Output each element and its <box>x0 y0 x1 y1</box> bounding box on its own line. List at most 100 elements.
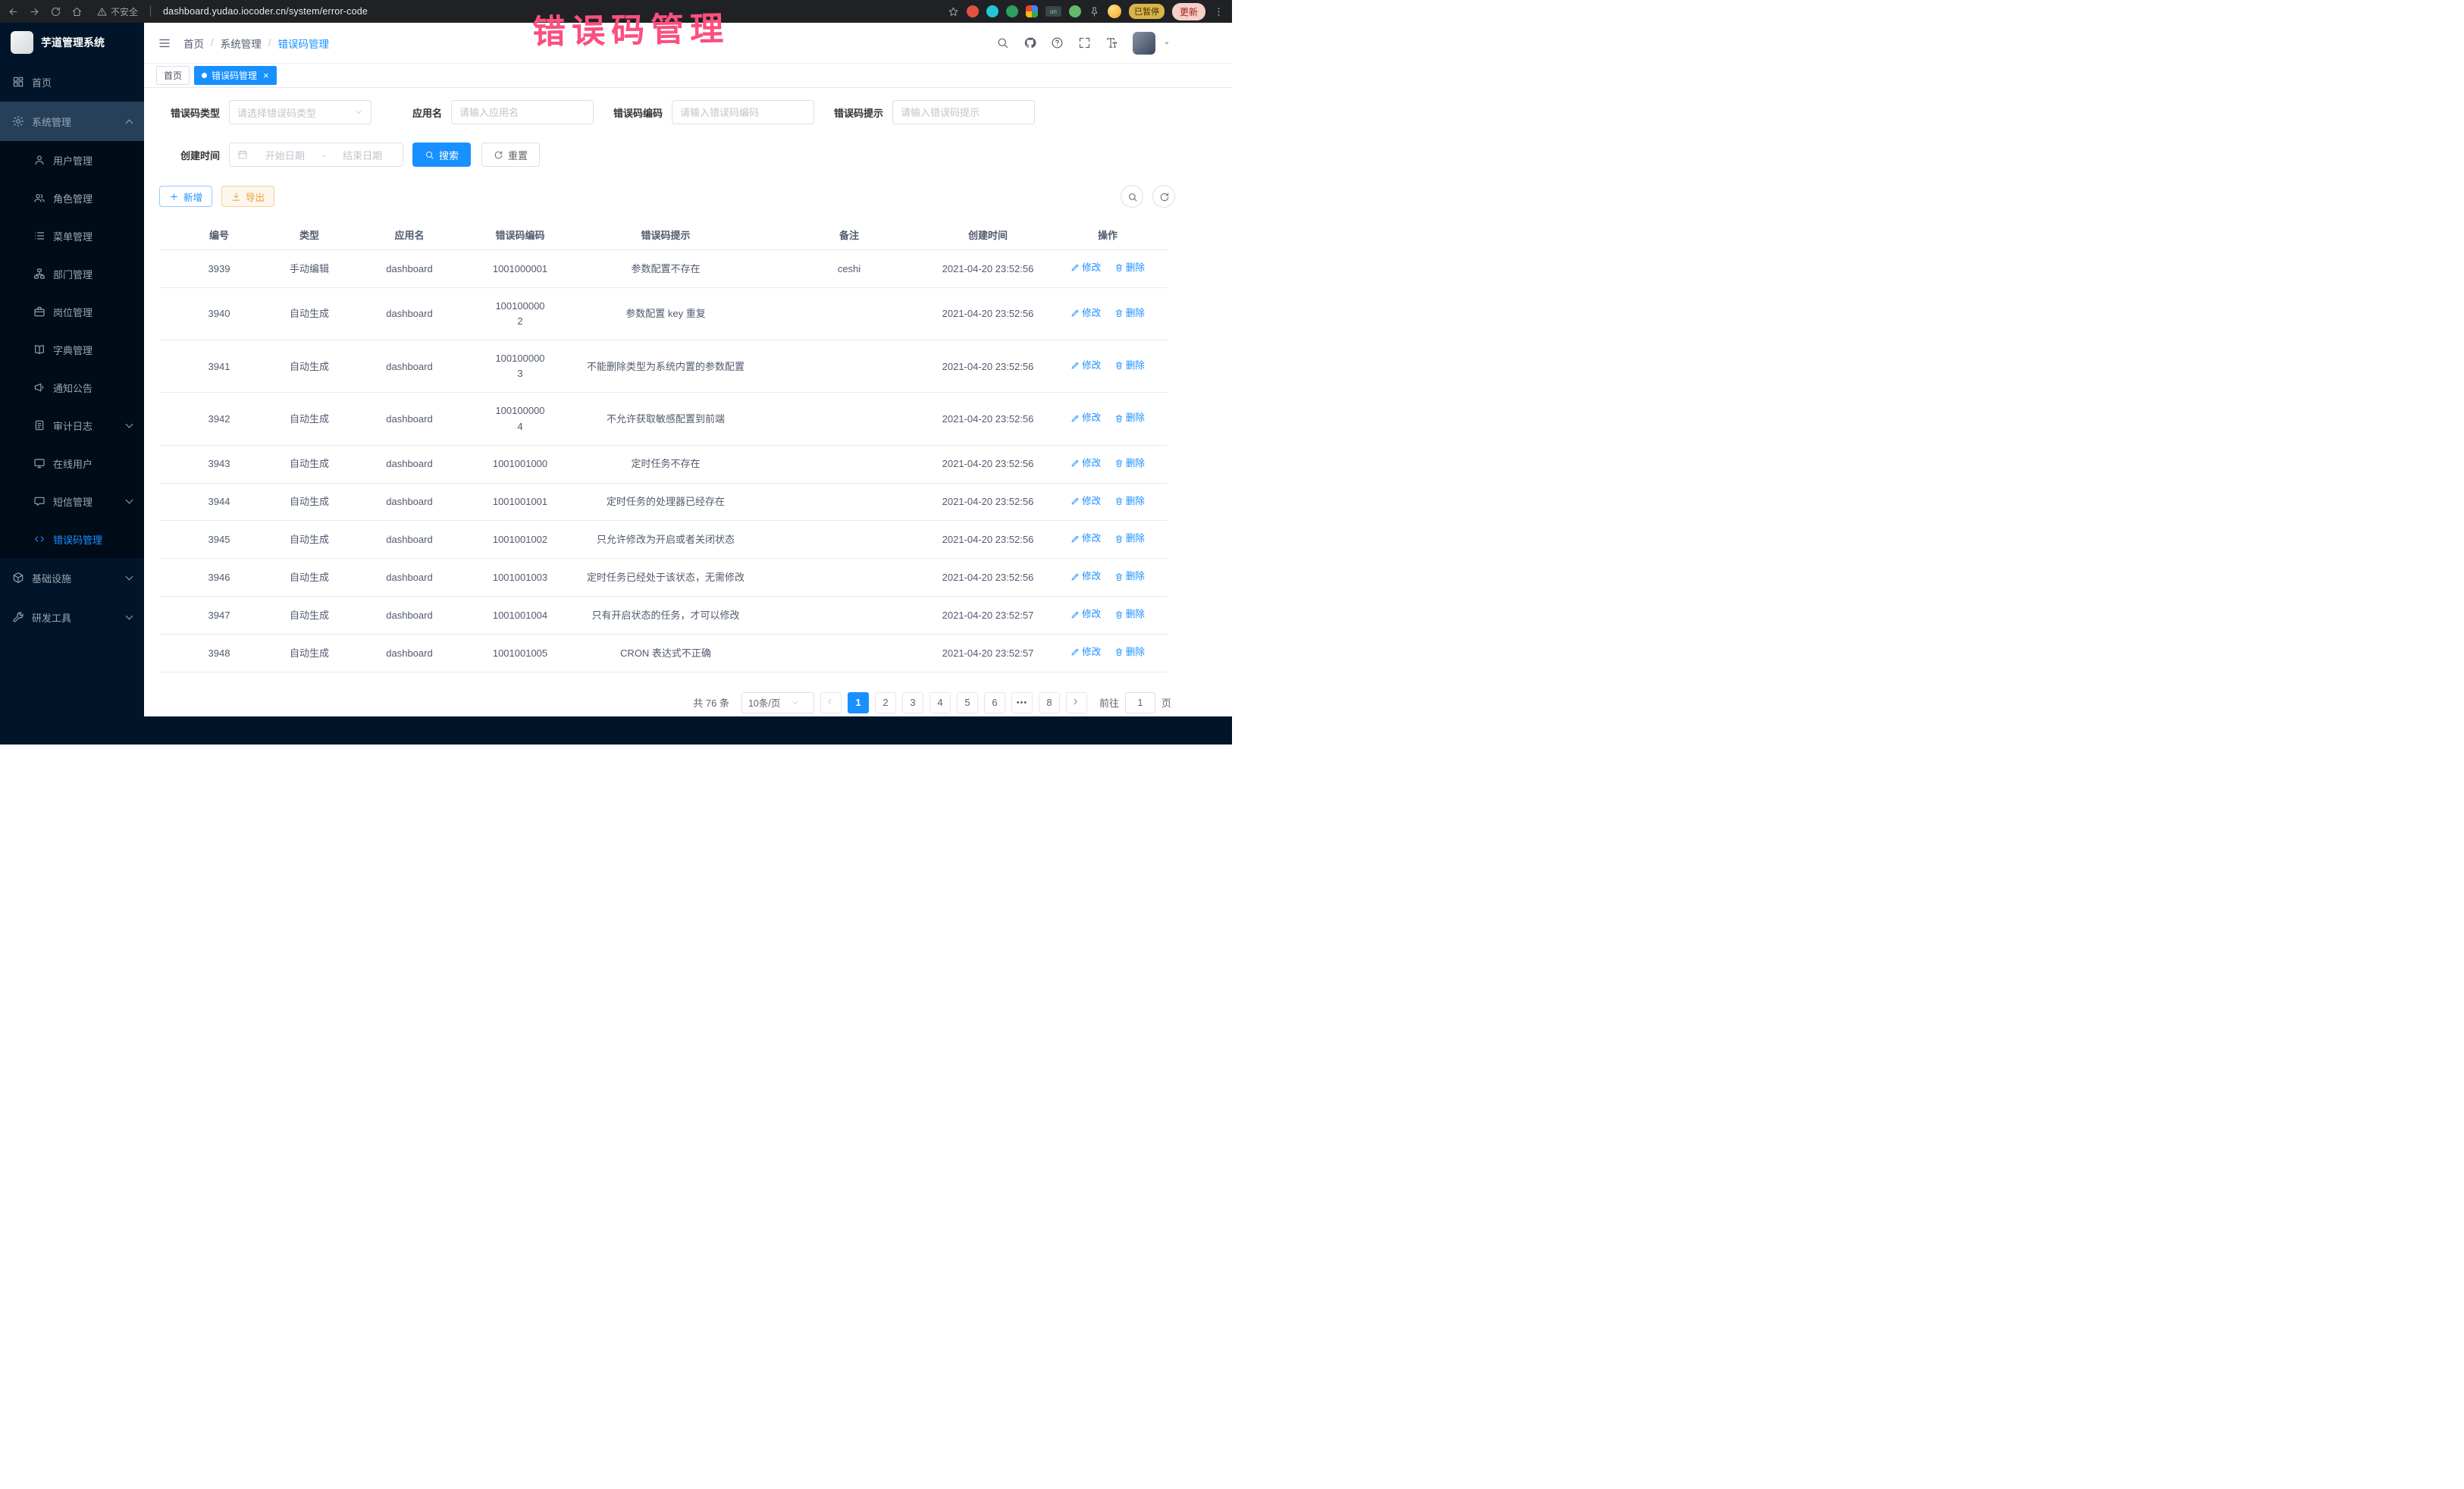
goto-page-input[interactable] <box>1125 692 1155 713</box>
sidebar-menu-item[interactable]: 角色管理 <box>0 179 144 217</box>
edit-link[interactable]: 修改 <box>1071 456 1101 471</box>
toggle-search-button[interactable] <box>1121 185 1143 208</box>
cell-actions: 修改 删除 <box>1048 597 1168 635</box>
sidebar-menu-item[interactable]: 审计日志 <box>0 406 144 444</box>
page-tab[interactable]: 错误码管理 × <box>194 66 277 85</box>
error-type-select[interactable]: 请选择错误码类型 <box>229 100 371 124</box>
delete-link[interactable]: 删除 <box>1114 569 1145 584</box>
edit-link[interactable]: 修改 <box>1071 531 1101 546</box>
edit-link[interactable]: 修改 <box>1071 607 1101 622</box>
user-avatar[interactable] <box>1133 32 1155 55</box>
page-button[interactable]: 8 <box>1039 692 1060 713</box>
sidebar-menu-item[interactable]: 错误码管理 <box>0 520 144 558</box>
sidebar-menu-item[interactable]: 首页 <box>0 62 144 102</box>
delete-link-label: 删除 <box>1126 456 1145 471</box>
fullscreen-icon[interactable] <box>1078 36 1091 49</box>
delete-link[interactable]: 删除 <box>1114 261 1145 275</box>
page-button[interactable]: ••• <box>1011 692 1033 713</box>
delete-link[interactable]: 删除 <box>1114 456 1145 471</box>
refresh-table-button[interactable] <box>1152 185 1175 208</box>
hamburger-icon[interactable] <box>158 36 171 50</box>
date-range-picker[interactable]: 开始日期 - 结束日期 <box>229 143 403 167</box>
extension-icon-red[interactable] <box>967 5 979 17</box>
cell-app: dashboard <box>340 597 479 635</box>
filter-group-date: 创建时间 开始日期 - 结束日期 <box>159 143 403 167</box>
browser-back-icon[interactable] <box>8 6 19 17</box>
edit-link[interactable]: 修改 <box>1071 261 1101 275</box>
breadcrumb-item[interactable]: / 错误码管理 <box>268 36 329 51</box>
page-button[interactable]: 2 <box>875 692 896 713</box>
reset-button[interactable]: 重置 <box>481 143 540 167</box>
github-icon[interactable] <box>1024 36 1036 49</box>
page-button[interactable]: 5 <box>957 692 978 713</box>
edit-link[interactable]: 修改 <box>1071 569 1101 584</box>
sidebar-menu-item[interactable]: 部门管理 <box>0 255 144 293</box>
extension-icon-on[interactable]: on <box>1045 6 1061 17</box>
page-tab[interactable]: 首页 <box>156 66 190 85</box>
delete-link[interactable]: 删除 <box>1114 494 1145 509</box>
delete-link[interactable]: 删除 <box>1114 359 1145 373</box>
delete-link[interactable]: 删除 <box>1114 607 1145 622</box>
add-button[interactable]: 新增 <box>159 186 212 207</box>
security-chip[interactable]: 不安全 <box>97 5 138 18</box>
browser-forward-icon[interactable] <box>29 6 40 17</box>
breadcrumb-item[interactable]: / 首页 <box>183 36 204 51</box>
sidebar-menu-item[interactable]: 研发工具 <box>0 597 144 637</box>
sidebar-menu-item[interactable]: 菜单管理 <box>0 217 144 255</box>
app-name-input[interactable] <box>459 107 585 118</box>
font-size-icon[interactable] <box>1105 36 1118 49</box>
sidebar-menu-item[interactable]: 短信管理 <box>0 482 144 520</box>
breadcrumb-item[interactable]: / 系统管理 <box>211 36 262 51</box>
sidebar-menu-item[interactable]: 岗位管理 <box>0 293 144 331</box>
error-hint-input[interactable] <box>901 107 1027 118</box>
edit-link[interactable]: 修改 <box>1071 494 1101 509</box>
menu-item-icon <box>33 381 45 393</box>
page-size-select[interactable]: 10条/页 <box>741 692 814 713</box>
delete-link[interactable]: 删除 <box>1114 645 1145 660</box>
help-icon[interactable] <box>1051 36 1064 49</box>
prev-page-button[interactable] <box>820 692 842 713</box>
trash-icon <box>1114 497 1124 506</box>
extension-icon-teal[interactable] <box>986 5 998 17</box>
search-icon[interactable] <box>996 36 1009 49</box>
extension-icon-pinwheel[interactable] <box>1026 5 1038 17</box>
delete-link[interactable]: 删除 <box>1114 411 1145 425</box>
browser-reload-icon[interactable] <box>50 6 61 17</box>
tab-close-icon[interactable]: × <box>263 71 269 80</box>
sidebar-menu-item[interactable]: 基础设施 <box>0 558 144 597</box>
page-button[interactable]: 1 <box>848 692 869 713</box>
page-button[interactable]: 4 <box>929 692 951 713</box>
bookmark-star-icon[interactable] <box>948 6 959 17</box>
sidebar-menu-item[interactable]: 通知公告 <box>0 368 144 406</box>
edit-link[interactable]: 修改 <box>1071 645 1101 660</box>
next-page-button[interactable] <box>1066 692 1087 713</box>
column-header: 操作 <box>1048 220 1168 250</box>
extension-icon-green[interactable] <box>1006 5 1018 17</box>
page-button[interactable]: 3 <box>902 692 923 713</box>
sidebar-menu-item[interactable]: 系统管理 <box>0 102 144 141</box>
address-url[interactable]: dashboard.yudao.iocoder.cn/system/error-… <box>163 6 368 17</box>
browser-home-icon[interactable] <box>71 6 83 17</box>
extension-icon-green2[interactable] <box>1069 5 1081 17</box>
avatar-caret-icon[interactable] <box>1162 39 1171 48</box>
sidebar-menu-item[interactable]: 用户管理 <box>0 141 144 179</box>
sidebar-menu-item[interactable]: 字典管理 <box>0 331 144 368</box>
search-button[interactable]: 搜索 <box>412 143 471 167</box>
sidebar-menu-item[interactable]: 在线用户 <box>0 444 144 482</box>
page-button[interactable]: 6 <box>984 692 1005 713</box>
trash-icon <box>1114 361 1124 370</box>
address-divider <box>150 6 151 17</box>
app-logo[interactable]: 芋道管理系统 <box>0 23 144 62</box>
error-code-input[interactable] <box>680 107 806 118</box>
edit-link[interactable]: 修改 <box>1071 306 1101 321</box>
delete-link[interactable]: 删除 <box>1114 306 1145 321</box>
update-button[interactable]: 更新 <box>1172 3 1205 20</box>
edit-link[interactable]: 修改 <box>1071 411 1101 425</box>
export-button[interactable]: 导出 <box>221 186 274 207</box>
delete-link[interactable]: 删除 <box>1114 531 1145 546</box>
trash-icon <box>1114 610 1124 619</box>
browser-menu-icon[interactable] <box>1213 6 1224 17</box>
profile-avatar[interactable] <box>1108 5 1121 18</box>
edit-link[interactable]: 修改 <box>1071 359 1101 373</box>
pin-icon[interactable] <box>1089 6 1100 17</box>
